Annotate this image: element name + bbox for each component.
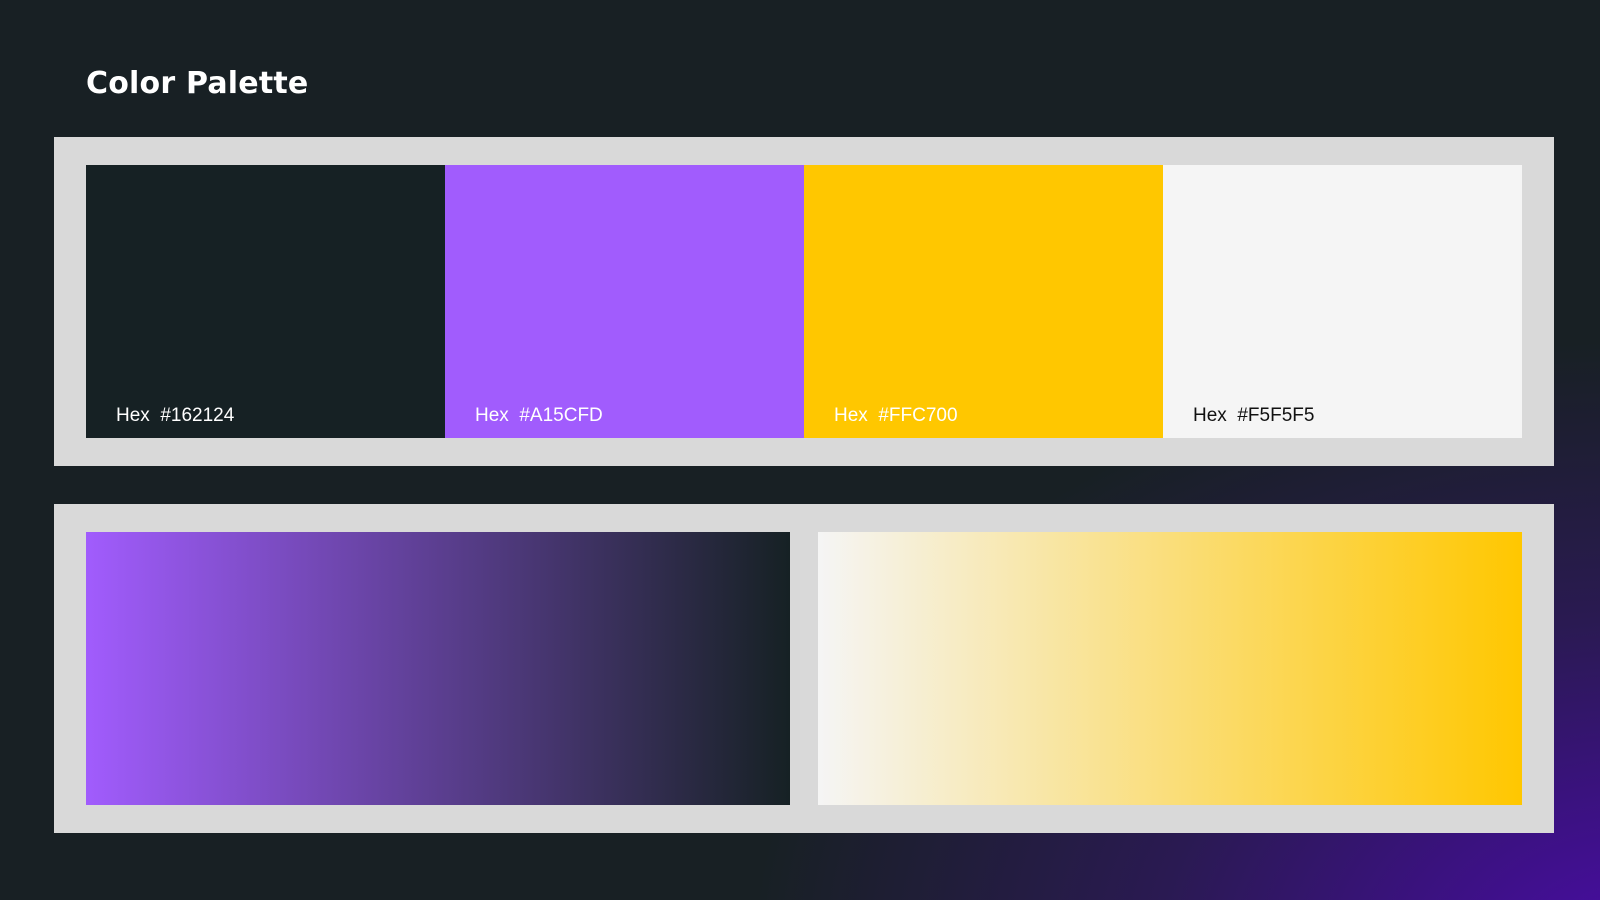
swatch-panel: Hex #162124 Hex #A15CFD Hex #FFC700 Hex … [54,137,1554,466]
color-swatch-dark: Hex #162124 [86,165,445,438]
gradient-purple-to-dark [86,532,790,805]
swatch-hex-label: Hex #F5F5F5 [1193,405,1315,426]
color-swatch-purple: Hex #A15CFD [445,165,804,438]
swatch-hex-label: Hex #FFC700 [834,405,958,426]
page-title: Color Palette [86,66,309,101]
swatch-hex-label: Hex #162124 [116,405,235,426]
color-swatch-light: Hex #F5F5F5 [1163,165,1522,438]
swatch-hex-label: Hex #A15CFD [475,405,603,426]
gradient-light-to-yellow [818,532,1522,805]
color-swatch-yellow: Hex #FFC700 [804,165,1163,438]
gradient-panel [54,504,1554,833]
